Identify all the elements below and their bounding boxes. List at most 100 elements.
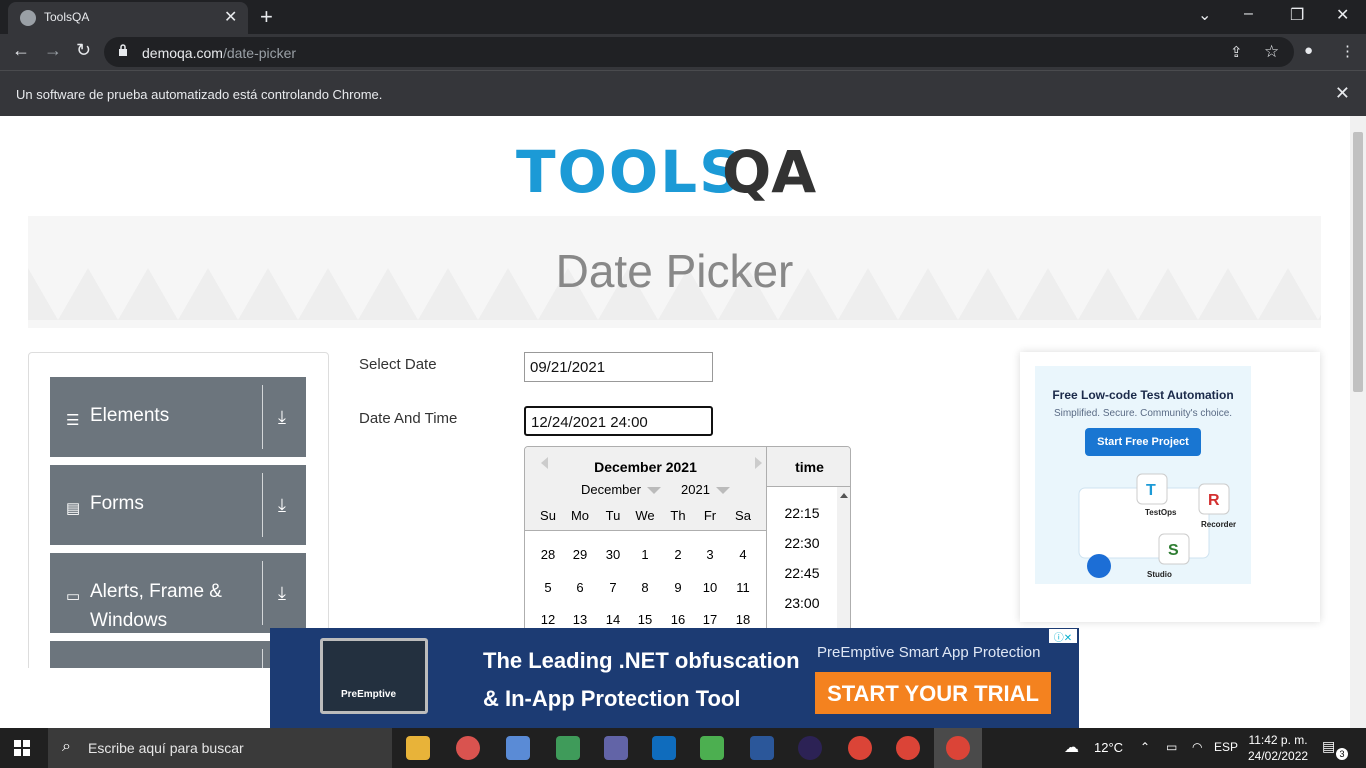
taskbar-search[interactable]: ⌕ Escribe aquí para buscar <box>48 728 392 768</box>
paint-app-icon[interactable] <box>456 736 480 760</box>
select-date-input[interactable]: 09/21/2021 <box>524 352 713 382</box>
sidebar-group-forms[interactable]: ▤ Forms ⤓ <box>50 465 306 545</box>
month-dropdown-value: December <box>581 482 641 497</box>
toolsqa-logo[interactable]: TOOLS QA <box>516 134 846 206</box>
calendar-day[interactable]: 28 <box>532 547 564 562</box>
reload-button[interactable]: ↻ <box>76 40 91 61</box>
chevron-up-icon[interactable]: ⌃ <box>1140 740 1150 754</box>
year-dropdown-value: 2021 <box>681 482 710 497</box>
scrollbar-thumb[interactable] <box>1353 132 1363 392</box>
calendar-day[interactable]: 18 <box>727 612 759 627</box>
weekday-label: Fr <box>703 508 717 523</box>
time-option[interactable]: 22:30 <box>767 535 837 551</box>
notification-icon[interactable]: ▤ <box>1322 738 1335 755</box>
infobar-close-icon[interactable]: ✕ <box>1335 83 1350 104</box>
restore-button[interactable]: ❐ <box>1290 5 1304 25</box>
clock-date: 24/02/2022 <box>1248 749 1309 763</box>
chrome-icon[interactable] <box>946 736 970 760</box>
tab-search-icon[interactable]: ⌄ <box>1198 5 1211 25</box>
url-host: demoqa.com <box>142 45 223 61</box>
svg-text:T: T <box>1146 482 1156 499</box>
calendar-day[interactable]: 29 <box>564 547 596 562</box>
word-icon[interactable] <box>750 736 774 760</box>
sidebar-group-alerts[interactable]: ▭ Alerts, Frame & Windows ⤓ <box>50 553 306 633</box>
browser-menu-icon[interactable]: ⋮ <box>1340 42 1355 60</box>
sidebar: ☰ Elements ⤓ ▤ Forms ⤓ ▭ Alerts, Frame &… <box>28 352 329 668</box>
windows-start-icon[interactable] <box>14 740 30 756</box>
back-button[interactable]: ← <box>12 40 30 61</box>
browser-tab[interactable]: ToolsQA ✕ <box>8 2 248 34</box>
logo-qa-text: QA <box>722 138 817 206</box>
calendar-day[interactable]: 14 <box>597 612 629 627</box>
time-option[interactable]: 23:00 <box>767 595 837 611</box>
calendar-day[interactable]: 16 <box>662 612 694 627</box>
profile-icon[interactable]: ● <box>1304 42 1313 59</box>
snipping-tool-icon[interactable] <box>700 736 724 760</box>
chrome-icon[interactable] <box>896 736 920 760</box>
eclipse-icon[interactable] <box>798 736 822 760</box>
testops-advertisement[interactable]: Free Low-code Test Automation Simplified… <box>1020 352 1320 622</box>
page-scrollbar[interactable] <box>1350 116 1366 728</box>
calendar-day[interactable]: 6 <box>564 580 596 595</box>
time-option[interactable]: 22:45 <box>767 565 837 581</box>
calendar-day[interactable]: 17 <box>694 612 726 627</box>
group-divider <box>262 561 263 625</box>
remote-desktop-icon[interactable] <box>506 736 530 760</box>
calendar-day[interactable]: 8 <box>629 580 661 595</box>
calendar-day[interactable]: 1 <box>629 547 661 562</box>
wifi-icon[interactable]: ◠ <box>1192 740 1202 754</box>
network-icon[interactable]: ▭ <box>1166 740 1177 754</box>
media-app-icon[interactable] <box>556 736 580 760</box>
outlook-icon[interactable] <box>652 736 676 760</box>
clock[interactable]: 11:42 p. m. 24/02/2022 <box>1248 732 1308 764</box>
teams-icon[interactable] <box>604 736 628 760</box>
preemptive-advertisement[interactable]: PreEmptive The Leading .NET obfuscation … <box>270 628 1079 728</box>
download-icon: ⤓ <box>278 495 286 515</box>
calendar-day[interactable]: 30 <box>597 547 629 562</box>
search-placeholder: Escribe aquí para buscar <box>88 740 244 756</box>
start-free-project-button[interactable]: Start Free Project <box>1085 428 1201 456</box>
time-option[interactable]: 22:15 <box>767 505 837 521</box>
minimize-button[interactable]: – <box>1244 5 1253 23</box>
calendar-day[interactable]: 10 <box>694 580 726 595</box>
calendar-day[interactable]: 7 <box>597 580 629 595</box>
date-time-input[interactable]: 12/24/2021 24:00 <box>524 406 713 436</box>
ad-line-1: The Leading .NET obfuscation <box>483 648 800 673</box>
month-dropdown[interactable]: December <box>581 482 661 497</box>
weekday-label: Su <box>540 508 556 523</box>
calendar-day[interactable]: 9 <box>662 580 694 595</box>
adchoices-icon[interactable]: ⓘ✕ <box>1049 629 1077 644</box>
window-icon: ▭ <box>66 588 81 605</box>
address-bar[interactable]: demoqa.com/date-picker ⇪ ☆ <box>104 37 1294 67</box>
next-month-icon[interactable] <box>755 457 762 469</box>
scroll-up-icon[interactable] <box>840 493 848 498</box>
calendar-day[interactable]: 13 <box>564 612 596 627</box>
browser-toolbar: ← → ↻ demoqa.com/date-picker ⇪ ☆ ● ⋮ <box>0 34 1366 70</box>
sidebar-group-elements[interactable]: ☰ Elements ⤓ <box>50 377 306 457</box>
start-trial-button[interactable]: START YOUR TRIAL <box>815 672 1051 714</box>
language-indicator[interactable]: ESP <box>1214 740 1238 754</box>
sidebar-group-next[interactable] <box>50 641 306 668</box>
calendar-day[interactable]: 4 <box>727 547 759 562</box>
chrome-icon[interactable] <box>848 736 872 760</box>
file-explorer-icon[interactable] <box>406 736 430 760</box>
calendar-day[interactable]: 11 <box>727 580 759 595</box>
weather-icon[interactable]: ☁ <box>1064 738 1079 756</box>
tab-close-icon[interactable]: ✕ <box>224 7 237 27</box>
share-icon[interactable]: ⇪ <box>1230 43 1243 61</box>
year-dropdown[interactable]: 2021 <box>681 482 730 497</box>
product-label: TestOps <box>1145 508 1177 517</box>
close-window-button[interactable]: ✕ <box>1336 5 1349 25</box>
weekday-label: Tu <box>605 508 621 523</box>
calendar-day[interactable]: 15 <box>629 612 661 627</box>
calendar-day[interactable]: 2 <box>662 547 694 562</box>
calendar-day[interactable]: 3 <box>694 547 726 562</box>
group-divider <box>262 649 263 668</box>
weekday-label: We <box>635 508 655 523</box>
forward-button[interactable]: → <box>44 40 62 61</box>
bookmark-star-icon[interactable]: ☆ <box>1264 42 1279 62</box>
new-tab-button[interactable]: + <box>260 4 273 30</box>
calendar-day[interactable]: 5 <box>532 580 564 595</box>
calendar-day[interactable]: 12 <box>532 612 564 627</box>
weather-temp[interactable]: 12°C <box>1094 740 1123 755</box>
